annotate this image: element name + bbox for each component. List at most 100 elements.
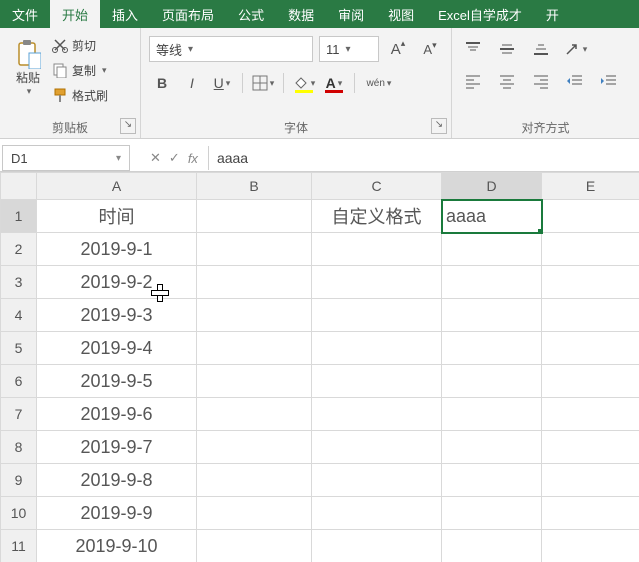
row-header-11[interactable]: 11 — [1, 530, 37, 562]
cell-E11[interactable] — [542, 530, 639, 562]
cell-D5[interactable] — [442, 332, 542, 365]
align-center-button[interactable] — [494, 70, 520, 92]
underline-button[interactable]: U▾ — [209, 70, 235, 96]
cell-B1[interactable] — [197, 200, 312, 233]
cell-D10[interactable] — [442, 497, 542, 530]
cell-A3[interactable]: 2019-9-2 — [37, 266, 197, 299]
cell-C3[interactable] — [312, 266, 442, 299]
cell-A1[interactable]: 时间 — [37, 200, 197, 233]
cell-C6[interactable] — [312, 365, 442, 398]
row-header-4[interactable]: 4 — [1, 299, 37, 332]
font-name-combo[interactable]: 等线 ▾ — [149, 36, 313, 62]
cell-E7[interactable] — [542, 398, 639, 431]
cell-A9[interactable]: 2019-9-8 — [37, 464, 197, 497]
decrease-font-button[interactable]: A▾ — [417, 36, 443, 62]
decrease-indent-button[interactable] — [562, 70, 588, 92]
confirm-formula-button[interactable]: ✓ — [169, 150, 180, 166]
cell-D1[interactable]: aaaa — [442, 200, 542, 233]
row-header-10[interactable]: 10 — [1, 497, 37, 530]
tab-公式[interactable]: 公式 — [226, 0, 276, 28]
formula-input[interactable] — [208, 146, 639, 170]
align-left-button[interactable] — [460, 70, 486, 92]
col-header-A[interactable]: A — [37, 173, 197, 200]
tab-开[interactable]: 开 — [534, 0, 571, 28]
phonetic-guide-button[interactable]: wén ▾ — [362, 70, 396, 96]
row-header-9[interactable]: 9 — [1, 464, 37, 497]
cell-C4[interactable] — [312, 299, 442, 332]
cell-B3[interactable] — [197, 266, 312, 299]
cell-A2[interactable]: 2019-9-1 — [37, 233, 197, 266]
row-header-2[interactable]: 2 — [1, 233, 37, 266]
cell-D4[interactable] — [442, 299, 542, 332]
cell-D2[interactable] — [442, 233, 542, 266]
select-all-corner[interactable] — [1, 173, 37, 200]
dialog-launcher-icon[interactable]: ↘ — [120, 118, 136, 134]
cell-B7[interactable] — [197, 398, 312, 431]
row-header-1[interactable]: 1 — [1, 200, 37, 233]
cancel-formula-button[interactable]: ✕ — [150, 150, 161, 166]
orientation-button[interactable]: ▾ — [562, 38, 588, 60]
cell-D9[interactable] — [442, 464, 542, 497]
col-header-B[interactable]: B — [197, 173, 312, 200]
align-top-button[interactable] — [460, 38, 486, 60]
cell-A10[interactable]: 2019-9-9 — [37, 497, 197, 530]
cell-D3[interactable] — [442, 266, 542, 299]
cell-D7[interactable] — [442, 398, 542, 431]
tab-文件[interactable]: 文件 — [0, 0, 50, 28]
tab-数据[interactable]: 数据 — [276, 0, 326, 28]
cell-B6[interactable] — [197, 365, 312, 398]
cell-C5[interactable] — [312, 332, 442, 365]
cell-B11[interactable] — [197, 530, 312, 562]
tab-审阅[interactable]: 审阅 — [326, 0, 376, 28]
cell-A6[interactable]: 2019-9-5 — [37, 365, 197, 398]
cell-C10[interactable] — [312, 497, 442, 530]
cell-A8[interactable]: 2019-9-7 — [37, 431, 197, 464]
font-color-button[interactable]: A ▾ — [321, 70, 347, 96]
cell-B10[interactable] — [197, 497, 312, 530]
cell-C9[interactable] — [312, 464, 442, 497]
font-size-combo[interactable]: 11 ▾ — [319, 36, 379, 62]
cell-C2[interactable] — [312, 233, 442, 266]
tab-视图[interactable]: 视图 — [376, 0, 426, 28]
cell-E5[interactable] — [542, 332, 639, 365]
cell-C7[interactable] — [312, 398, 442, 431]
cut-button[interactable]: 剪切 — [50, 34, 110, 56]
col-header-C[interactable]: C — [312, 173, 442, 200]
align-right-button[interactable] — [528, 70, 554, 92]
cell-A7[interactable]: 2019-9-6 — [37, 398, 197, 431]
cell-C8[interactable] — [312, 431, 442, 464]
tab-插入[interactable]: 插入 — [100, 0, 150, 28]
paste-button[interactable]: 粘贴 ▾ — [6, 32, 50, 104]
copy-button[interactable]: 复制 ▾ — [50, 59, 110, 81]
cell-B2[interactable] — [197, 233, 312, 266]
cell-E8[interactable] — [542, 431, 639, 464]
tab-页面布局[interactable]: 页面布局 — [150, 0, 226, 28]
row-header-8[interactable]: 8 — [1, 431, 37, 464]
cell-E1[interactable] — [542, 200, 639, 233]
tab-Excel自学成才[interactable]: Excel自学成才 — [426, 0, 534, 28]
cell-D6[interactable] — [442, 365, 542, 398]
row-header-7[interactable]: 7 — [1, 398, 37, 431]
cell-B9[interactable] — [197, 464, 312, 497]
fx-button[interactable]: fx — [188, 151, 198, 166]
cell-D11[interactable] — [442, 530, 542, 562]
fill-color-button[interactable]: ▾ — [291, 70, 317, 96]
cell-B8[interactable] — [197, 431, 312, 464]
bold-button[interactable]: B — [149, 70, 175, 96]
align-bottom-button[interactable] — [528, 38, 554, 60]
col-header-E[interactable]: E — [542, 173, 639, 200]
cell-E2[interactable] — [542, 233, 639, 266]
row-header-5[interactable]: 5 — [1, 332, 37, 365]
cell-B4[interactable] — [197, 299, 312, 332]
cell-C1[interactable]: 自定义格式 — [312, 200, 442, 233]
cell-E6[interactable] — [542, 365, 639, 398]
row-header-6[interactable]: 6 — [1, 365, 37, 398]
italic-button[interactable]: I — [179, 70, 205, 96]
align-middle-button[interactable] — [494, 38, 520, 60]
col-header-D[interactable]: D — [442, 173, 542, 200]
cell-A5[interactable]: 2019-9-4 — [37, 332, 197, 365]
cell-B5[interactable] — [197, 332, 312, 365]
name-box[interactable]: D1 ▾ — [2, 145, 130, 171]
cell-A11[interactable]: 2019-9-10 — [37, 530, 197, 562]
cell-E10[interactable] — [542, 497, 639, 530]
